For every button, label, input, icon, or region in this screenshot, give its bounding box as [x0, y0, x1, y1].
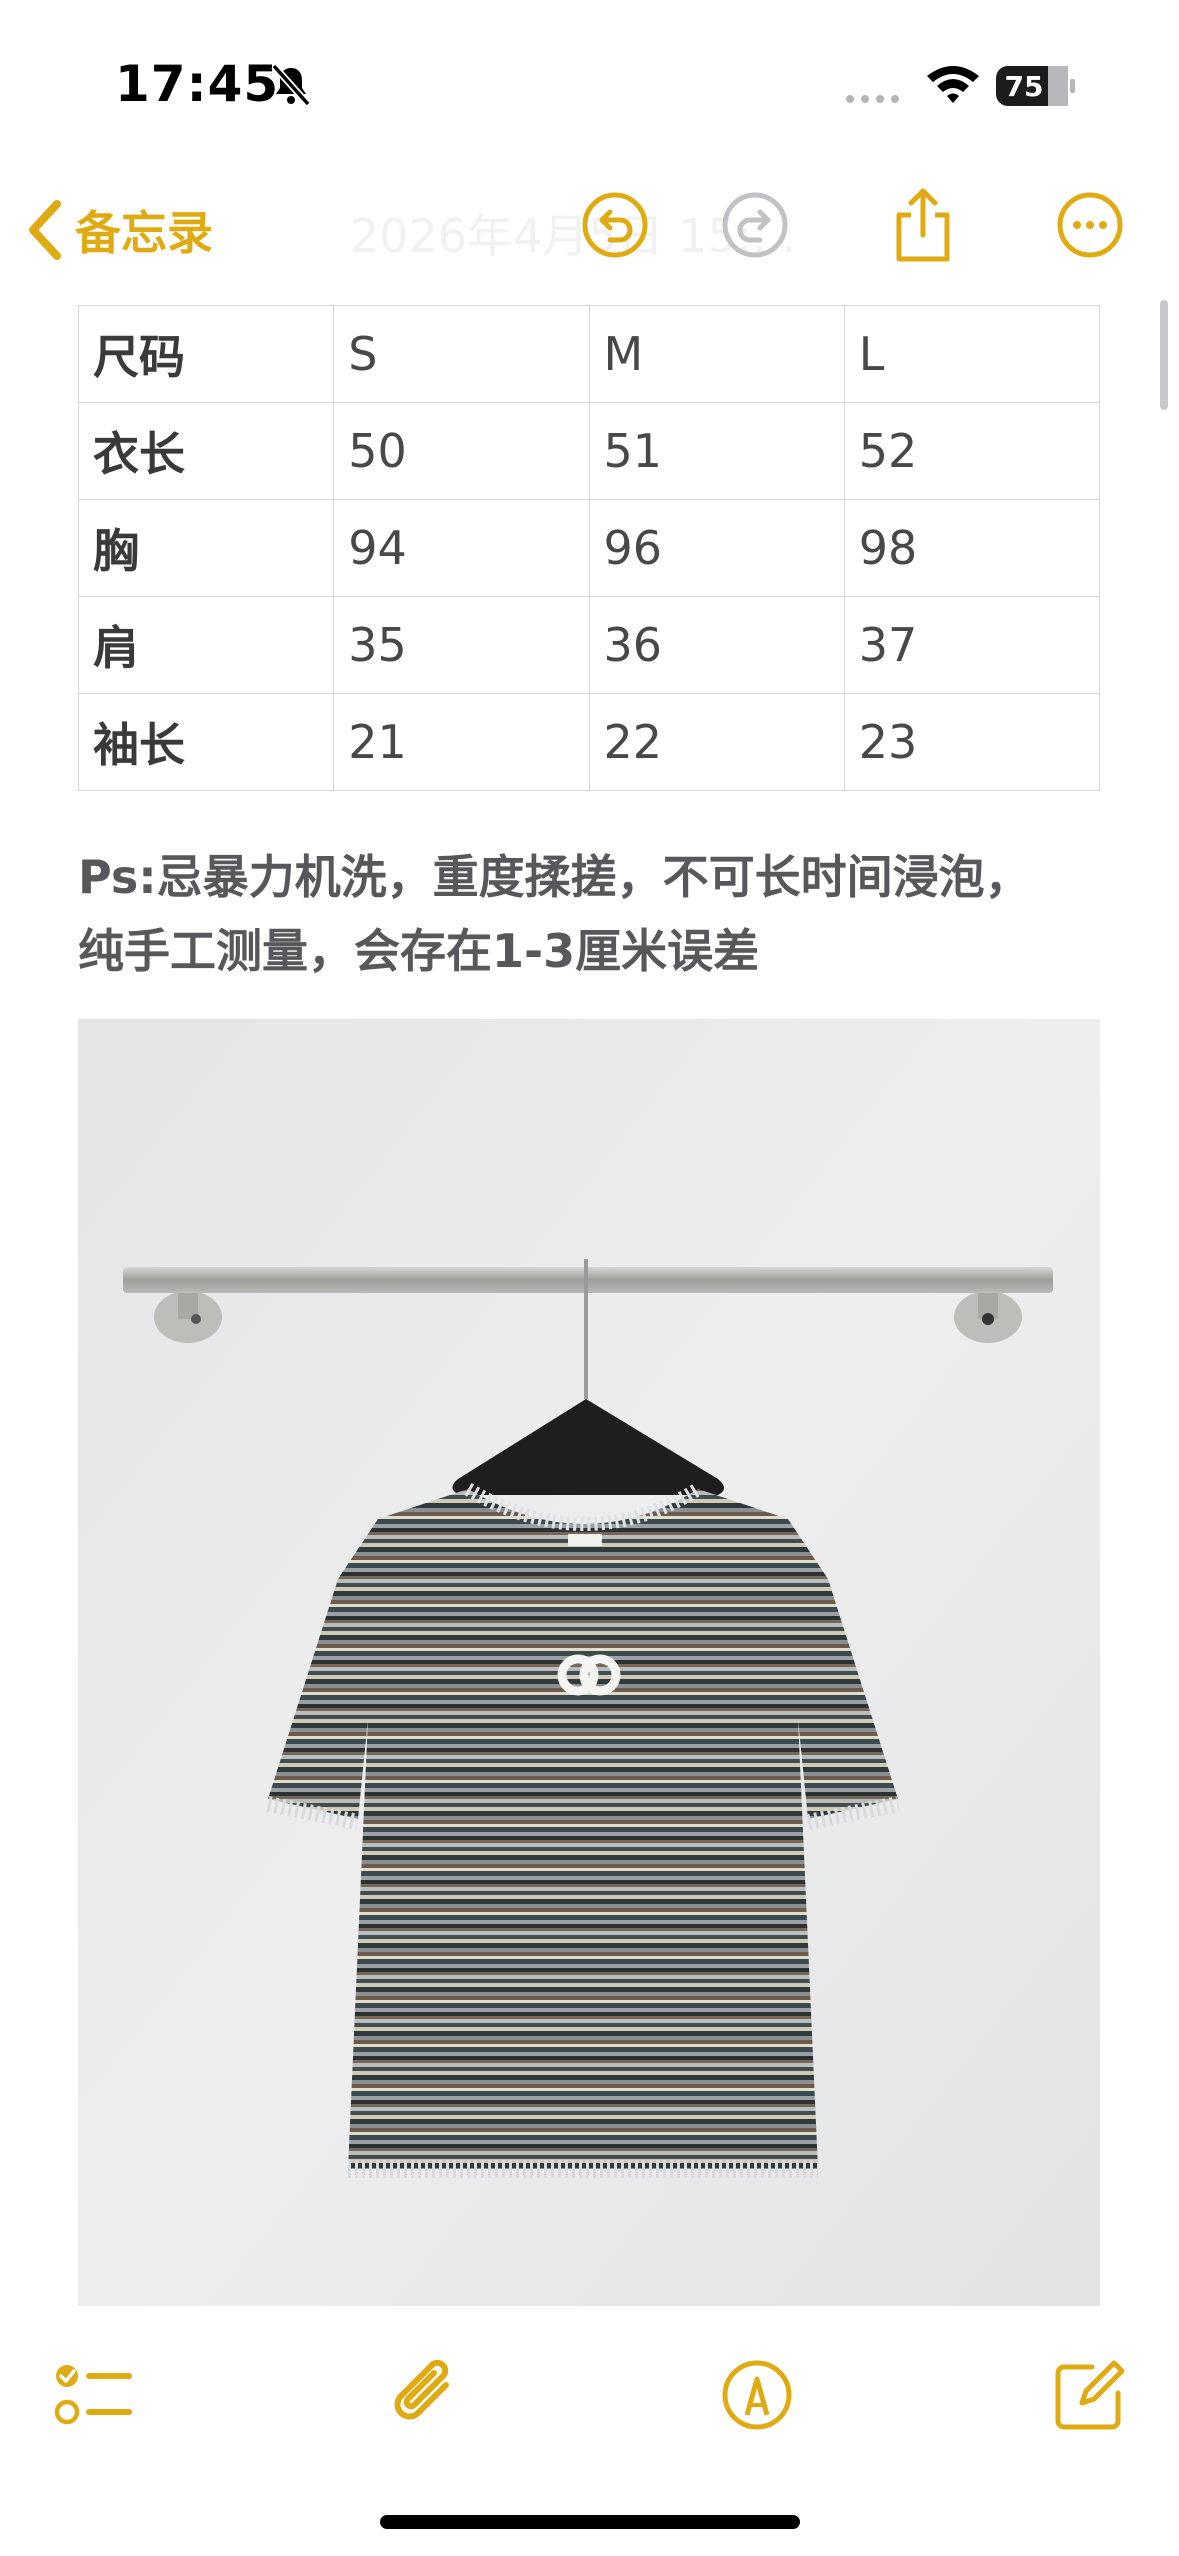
markup-icon: [722, 2360, 792, 2430]
table-cell[interactable]: 肩: [77, 596, 335, 694]
product-photo[interactable]: [78, 1019, 1100, 2306]
size-table: 尺码 S M L 衣长 50 51 52 胸 94 96 98 肩 35 36 …: [77, 305, 1101, 791]
bottom-toolbar: [0, 2330, 1179, 2450]
table-cell[interactable]: 35: [333, 596, 590, 694]
more-button[interactable]: [1050, 185, 1130, 265]
attachment-icon: [394, 2359, 449, 2420]
table-cell[interactable]: 23: [843, 693, 1101, 791]
back-label: 备忘录: [75, 206, 213, 260]
table-cell[interactable]: 52: [843, 402, 1101, 500]
redo-icon: [722, 192, 788, 258]
undo-button[interactable]: [575, 185, 655, 265]
attachment-button[interactable]: [383, 2350, 473, 2440]
scroll-indicator[interactable]: [1160, 300, 1168, 410]
brand-label: [568, 1534, 602, 1546]
table-cell[interactable]: 袖长: [77, 693, 335, 791]
note-text[interactable]: Ps:忌暴力机洗，重度揉搓，不可长时间浸泡， 纯手工测量，会存在1-3厘米误差: [78, 840, 1138, 988]
note-line: 纯手工测量，会存在1-3厘米误差: [78, 924, 760, 978]
table-cell[interactable]: 22: [588, 693, 845, 791]
table-row: 胸 94 96 98: [77, 499, 1101, 597]
table-row: 肩 35 36 37: [77, 596, 1101, 694]
share-button[interactable]: [883, 185, 963, 265]
table-cell[interactable]: 胸: [77, 499, 335, 597]
table-cell[interactable]: 尺码: [77, 305, 335, 403]
compose-button[interactable]: [1045, 2350, 1135, 2440]
share-icon: [896, 188, 950, 262]
home-indicator[interactable]: [380, 2515, 800, 2529]
table-cell[interactable]: 21: [333, 693, 590, 791]
table-cell[interactable]: 37: [843, 596, 1101, 694]
battery-level: 75: [1005, 70, 1044, 103]
back-button[interactable]: 备忘录: [25, 195, 213, 265]
table-row: 衣长 50 51 52: [77, 402, 1101, 500]
table-cell[interactable]: 98: [843, 499, 1101, 597]
redo-button[interactable]: [715, 185, 795, 265]
silent-bell-icon: [271, 63, 311, 107]
table-cell[interactable]: M: [588, 305, 845, 403]
table-cell[interactable]: 36: [588, 596, 845, 694]
signal-dots-icon: [846, 95, 899, 103]
nav-bar: 备忘录 2026年4月5日 15:...: [0, 170, 1179, 290]
note-line: Ps:忌暴力机洗，重度揉搓，不可长时间浸泡，: [78, 850, 1031, 904]
more-icon: [1057, 192, 1123, 258]
checklist-icon: [54, 2365, 132, 2425]
markup-button[interactable]: [712, 2350, 802, 2440]
status-bar: 17:45 75: [0, 0, 1179, 170]
status-time: 17:45: [115, 55, 280, 113]
checklist-button[interactable]: [48, 2350, 138, 2440]
battery-icon: 75: [996, 66, 1075, 106]
table-cell[interactable]: 94: [333, 499, 590, 597]
table-cell[interactable]: 50: [333, 402, 590, 500]
table-cell[interactable]: 96: [588, 499, 845, 597]
chevron-left-icon: [29, 200, 61, 260]
striped-tshirt-image: [78, 1019, 1100, 2306]
table-cell[interactable]: L: [843, 305, 1101, 403]
table-cell[interactable]: S: [333, 305, 590, 403]
table-row: 袖长 21 22 23: [77, 693, 1101, 791]
table-row: 尺码 S M L: [77, 305, 1101, 403]
undo-icon: [582, 192, 648, 258]
wifi-icon: [927, 66, 979, 103]
table-cell[interactable]: 51: [588, 402, 845, 500]
compose-icon: [1055, 2360, 1125, 2430]
table-cell[interactable]: 衣长: [77, 402, 335, 500]
